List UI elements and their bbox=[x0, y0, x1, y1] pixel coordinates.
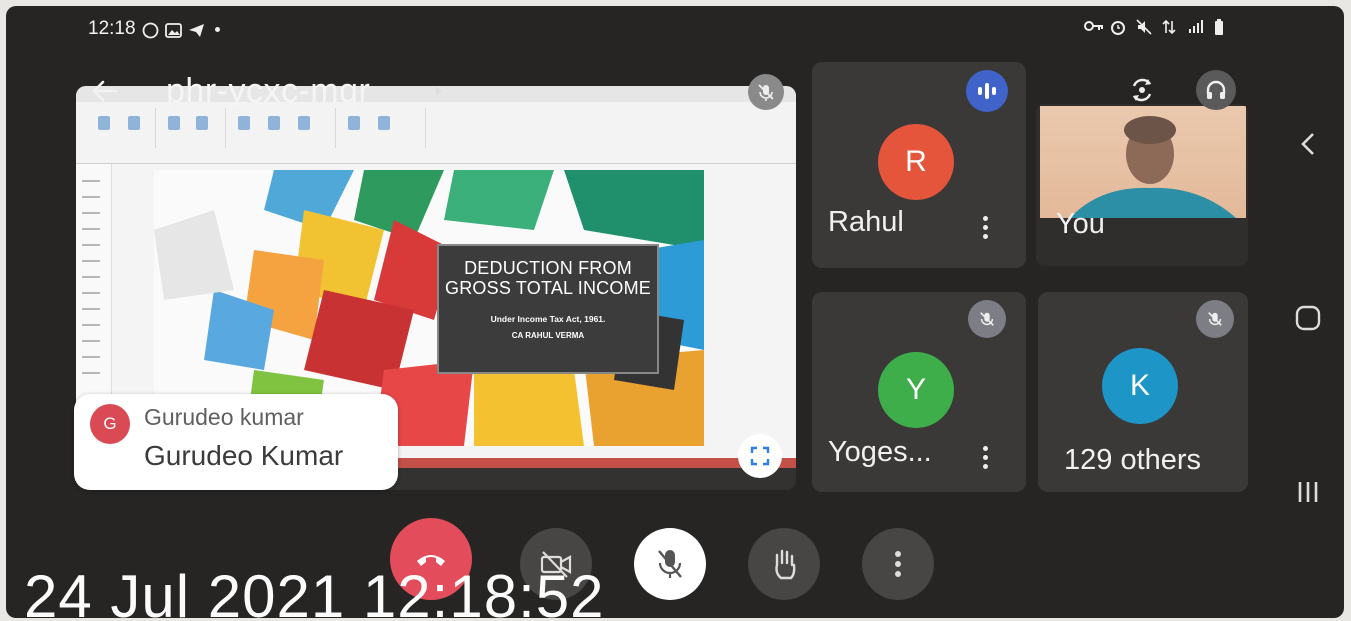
meeting-code[interactable]: phr-ycxc-mqr bbox=[166, 72, 370, 111]
thumb-line bbox=[82, 324, 100, 326]
participant-name: Yoges... bbox=[828, 436, 932, 468]
chevron-right-icon[interactable] bbox=[436, 86, 442, 96]
chat-message-text: Gurudeo Kumar bbox=[144, 440, 344, 471]
presenter-mic-off-icon bbox=[748, 74, 784, 110]
photo-timestamp: 24 Jul 2021 12:18:52 bbox=[24, 563, 605, 618]
thumb-line bbox=[82, 180, 100, 182]
status-bar-left: 12:18 bbox=[88, 18, 220, 40]
ribbon-button bbox=[168, 116, 180, 130]
ribbon-group bbox=[86, 108, 156, 148]
signal-icon bbox=[1188, 19, 1206, 34]
ribbon-button bbox=[98, 116, 110, 130]
more-vert-icon[interactable] bbox=[980, 446, 990, 476]
self-video bbox=[1040, 106, 1246, 218]
others-tile[interactable]: K 129 others bbox=[1038, 292, 1248, 492]
nav-back-icon[interactable] bbox=[1286, 122, 1330, 166]
thumb-line bbox=[82, 356, 100, 358]
ribbon-button bbox=[268, 116, 280, 130]
nav-home-icon[interactable] bbox=[1286, 296, 1330, 340]
thumb-line bbox=[82, 244, 100, 246]
switch-camera-icon[interactable] bbox=[1122, 70, 1162, 110]
sender-avatar: G bbox=[90, 404, 130, 444]
slide-title-card: DEDUCTION FROM GROSS TOTAL INCOME Under … bbox=[437, 244, 659, 374]
gallery-icon bbox=[164, 22, 182, 38]
nav-recents-icon[interactable] bbox=[1286, 470, 1330, 514]
more-vert-icon[interactable] bbox=[980, 216, 990, 246]
avatar: K bbox=[1102, 348, 1178, 424]
mute-icon bbox=[1136, 19, 1154, 35]
slide-subtitle: Under Income Tax Act, 1961. bbox=[490, 314, 606, 324]
ribbon-button bbox=[128, 116, 140, 130]
slide-author: CA RAHUL VERMA bbox=[511, 331, 585, 340]
ribbon-button bbox=[196, 116, 208, 130]
status-time: 12:18 bbox=[88, 18, 136, 39]
person-silhouette bbox=[1070, 116, 1236, 218]
dot-icon bbox=[214, 26, 220, 32]
self-view-tile[interactable]: You bbox=[1036, 104, 1248, 266]
more-vert-icon bbox=[895, 551, 901, 577]
raise-hand-button[interactable] bbox=[748, 528, 820, 600]
participant-tile-yogesh[interactable]: Y Yoges... bbox=[812, 292, 1026, 492]
thumb-line bbox=[82, 340, 100, 342]
ribbon-button bbox=[298, 116, 310, 130]
slide-title: DEDUCTION FROM GROSS TOTAL INCOME bbox=[445, 258, 651, 298]
ribbon-button bbox=[348, 116, 360, 130]
data-icon bbox=[1162, 19, 1180, 35]
more-options-button[interactable] bbox=[862, 528, 934, 600]
ribbon-button bbox=[378, 116, 390, 130]
battery-icon bbox=[1214, 19, 1232, 35]
thumb-line bbox=[82, 372, 100, 374]
avatar: R bbox=[878, 124, 954, 200]
thumb-line bbox=[82, 292, 100, 294]
hand-icon bbox=[775, 549, 796, 580]
thumb-line bbox=[82, 212, 100, 214]
phone-screen: 12:18 DEDUCTION FROM GROSS TOTAL INCOME … bbox=[6, 6, 1344, 618]
sender-name: Gurudeo kumar bbox=[144, 404, 304, 430]
thumb-line bbox=[82, 196, 100, 198]
ribbon-group bbox=[156, 108, 226, 148]
mic-toggle-button[interactable] bbox=[634, 528, 706, 600]
telegram-icon bbox=[188, 22, 205, 37]
headphones-icon[interactable] bbox=[1196, 70, 1236, 110]
thumb-line bbox=[82, 276, 100, 278]
fullscreen-icon bbox=[750, 446, 770, 466]
chat-message-toast[interactable]: G Gurudeo kumar Gurudeo Kumar bbox=[74, 394, 398, 490]
ribbon-button bbox=[238, 116, 250, 130]
avatar: Y bbox=[878, 352, 954, 428]
alarm-icon bbox=[1110, 19, 1128, 35]
back-arrow-icon[interactable] bbox=[88, 74, 122, 108]
status-bar-right bbox=[1084, 19, 1232, 35]
vpn-key-icon bbox=[1084, 19, 1103, 34]
mic-off-icon bbox=[968, 300, 1006, 338]
speaking-indicator-icon bbox=[966, 70, 1008, 112]
fullscreen-button[interactable] bbox=[738, 434, 782, 478]
mic-off-icon bbox=[1196, 300, 1234, 338]
participant-name: Rahul bbox=[828, 206, 904, 238]
others-count: 129 others bbox=[1064, 444, 1202, 476]
participant-name: You bbox=[1056, 208, 1105, 240]
thumb-line bbox=[82, 260, 100, 262]
thumb-line bbox=[82, 228, 100, 230]
thumb-line bbox=[82, 308, 100, 310]
whatsapp-icon bbox=[142, 22, 159, 38]
mic-off-icon bbox=[658, 550, 682, 578]
